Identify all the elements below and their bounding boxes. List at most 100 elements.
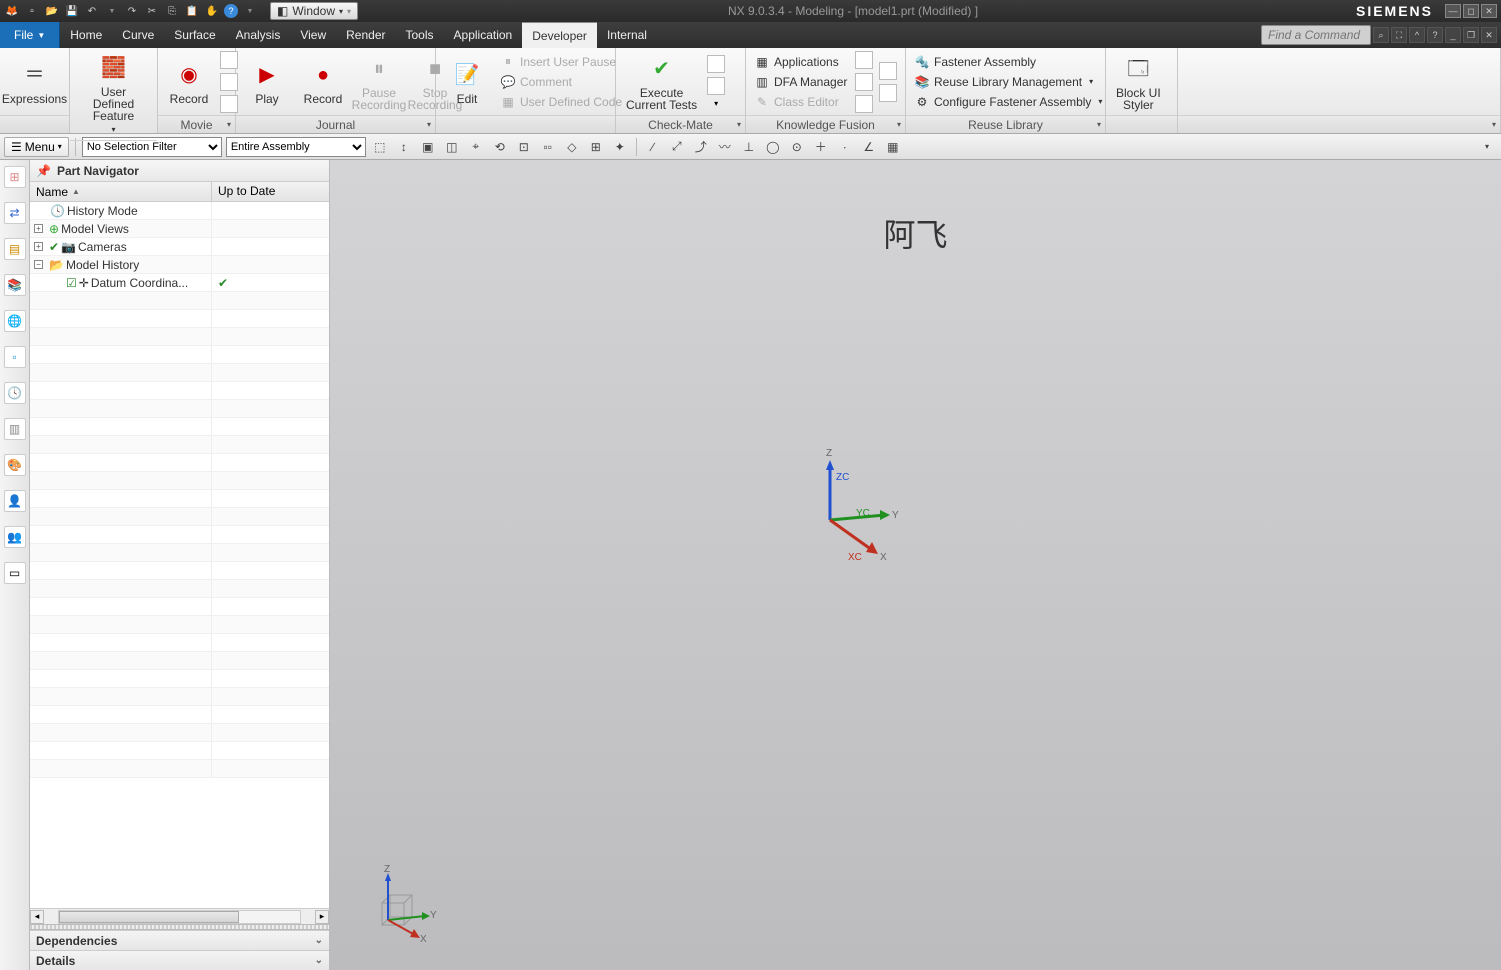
toolbar-icon-2[interactable]: ↕: [394, 137, 414, 157]
expressions-button[interactable]: ＝ Expressions: [6, 57, 63, 107]
undo-dropdown-icon[interactable]: ▼: [104, 3, 120, 19]
touch-icon[interactable]: ✋: [204, 3, 220, 19]
chevron-down-icon[interactable]: ▾: [897, 120, 901, 129]
kf-tool-1-icon[interactable]: [855, 51, 873, 69]
chevron-down-icon[interactable]: ▾: [737, 120, 741, 129]
expand-icon[interactable]: +: [34, 224, 43, 233]
config-fastener-button[interactable]: ⚙Configure Fastener Assembly▾: [912, 93, 1104, 111]
chevron-down-icon[interactable]: ▾: [427, 120, 431, 129]
qat-dropdown-icon[interactable]: ▼: [242, 3, 258, 19]
rail-tool-3-icon[interactable]: ▭: [4, 562, 26, 584]
search-icon[interactable]: ⌕: [1373, 27, 1389, 43]
pin-icon[interactable]: 📌: [36, 164, 51, 178]
tab-developer[interactable]: Developer: [522, 22, 597, 48]
chevron-down-icon[interactable]: ▾: [707, 99, 725, 108]
toolbar-icon-5[interactable]: ⌖: [466, 137, 486, 157]
undo-icon[interactable]: ↶: [84, 3, 100, 19]
snap-circle-icon[interactable]: ◯: [763, 137, 783, 157]
tab-tools[interactable]: Tools: [396, 22, 444, 48]
model-history-label[interactable]: Model History: [66, 258, 139, 272]
scroll-thumb[interactable]: [59, 911, 239, 923]
rail-sheet-icon[interactable]: ▫: [4, 346, 26, 368]
play-journal-button[interactable]: ▶Play: [242, 57, 292, 107]
history-mode-label[interactable]: History Mode: [67, 204, 138, 218]
dfa-manager-button[interactable]: ▥DFA Manager: [752, 73, 849, 91]
doc-close-icon[interactable]: ✕: [1481, 27, 1497, 43]
column-uptodate[interactable]: Up to Date: [212, 182, 329, 201]
copy-icon[interactable]: ⎘: [164, 3, 180, 19]
minimize-icon[interactable]: —: [1445, 4, 1461, 18]
cameras-label[interactable]: Cameras: [78, 240, 127, 254]
redo-icon[interactable]: ↷: [124, 3, 140, 19]
help-button-icon[interactable]: ?: [1427, 27, 1443, 43]
toolbar-icon-8[interactable]: ▫▫: [538, 137, 558, 157]
snap-point-icon[interactable]: ∙: [835, 137, 855, 157]
snap-grid-icon[interactable]: ▦: [883, 137, 903, 157]
edit-journal-button[interactable]: 📝Edit: [442, 57, 492, 107]
toolbar-icon-4[interactable]: ◫: [442, 137, 462, 157]
kf-tool-4-icon[interactable]: [879, 62, 897, 80]
datum-csys[interactable]: Z ZC Y YC X XC: [800, 460, 880, 540]
nx-logo-icon[interactable]: 🦊: [4, 3, 20, 19]
snap-line-icon[interactable]: ∕: [643, 137, 663, 157]
toolbar-icon-6[interactable]: ⟲: [490, 137, 510, 157]
toolbar-icon-3[interactable]: ▣: [418, 137, 438, 157]
collapse-ribbon-icon[interactable]: ^: [1409, 27, 1425, 43]
selection-scope-select[interactable]: Entire Assembly: [226, 137, 366, 157]
tab-analysis[interactable]: Analysis: [226, 22, 291, 48]
checkmate-tool-2-icon[interactable]: [707, 77, 725, 95]
scroll-left-icon[interactable]: ◂: [30, 910, 44, 924]
column-name[interactable]: Name▲: [30, 182, 212, 201]
file-tab[interactable]: File▼: [0, 22, 60, 48]
fastener-assembly-button[interactable]: 🔩Fastener Assembly: [912, 53, 1104, 71]
record-movie-button[interactable]: ◉ Record: [164, 57, 214, 107]
toolbar-icon-7[interactable]: ⊡: [514, 137, 534, 157]
tab-curve[interactable]: Curve: [112, 22, 164, 48]
tab-render[interactable]: Render: [336, 22, 395, 48]
rail-tool-1-icon[interactable]: 👤: [4, 490, 26, 512]
record-journal-button[interactable]: ●Record: [298, 57, 348, 107]
cut-icon[interactable]: ✂: [144, 3, 160, 19]
snap-segment-icon[interactable]: ⤢: [667, 137, 687, 157]
snap-center-icon[interactable]: ⊙: [787, 137, 807, 157]
kf-tool-2-icon[interactable]: [855, 73, 873, 91]
command-search-input[interactable]: [1261, 25, 1371, 45]
maximize-icon[interactable]: ◻: [1463, 4, 1479, 18]
toolbar-icon-11[interactable]: ✦: [610, 137, 630, 157]
datum-label[interactable]: Datum Coordina...: [91, 276, 188, 290]
fullscreen-icon[interactable]: ⛶: [1391, 27, 1407, 43]
expand-icon[interactable]: +: [34, 242, 43, 251]
save-icon[interactable]: 💾: [64, 3, 80, 19]
toolbar-icon-10[interactable]: ⊞: [586, 137, 606, 157]
rail-assembly-icon[interactable]: ⊞: [4, 166, 26, 188]
close-icon[interactable]: ✕: [1481, 4, 1497, 18]
reuse-lib-mgmt-button[interactable]: 📚Reuse Library Management▾: [912, 73, 1104, 91]
graphics-canvas[interactable]: 阿飞 Z ZC Y YC X XC: [330, 160, 1501, 970]
rail-roles-icon[interactable]: 🎨: [4, 454, 26, 476]
toolbar-icon-9[interactable]: ◇: [562, 137, 582, 157]
toolbar-dropdown-icon[interactable]: ▾: [1477, 137, 1497, 157]
kf-applications-button[interactable]: ▦Applications: [752, 53, 849, 71]
snap-tangent-icon[interactable]: ⤴: [691, 137, 711, 157]
scroll-right-icon[interactable]: ▸: [315, 910, 329, 924]
rail-constraint-icon[interactable]: ⇄: [4, 202, 26, 224]
model-views-label[interactable]: Model Views: [61, 222, 129, 236]
rail-reuse-icon[interactable]: 📚: [4, 274, 26, 296]
chevron-down-icon[interactable]: ▾: [1492, 120, 1496, 129]
rail-part-icon[interactable]: ▤: [4, 238, 26, 260]
tab-surface[interactable]: Surface: [164, 22, 225, 48]
chevron-down-icon[interactable]: ▾: [227, 120, 231, 129]
snap-plus-icon[interactable]: ＋: [811, 137, 831, 157]
dependencies-section[interactable]: Dependencies⌄: [30, 930, 329, 950]
window-menu-button[interactable]: ◧ Window ▾ ▾: [270, 2, 358, 20]
checkbox-checked-icon[interactable]: ☑: [66, 276, 77, 290]
snap-perp-icon[interactable]: ⊥: [739, 137, 759, 157]
doc-restore-icon[interactable]: ❐: [1463, 27, 1479, 43]
tab-application[interactable]: Application: [444, 22, 523, 48]
new-icon[interactable]: ▫: [24, 3, 40, 19]
rail-history-icon[interactable]: 🕓: [4, 382, 26, 404]
rail-web-icon[interactable]: 🌐: [4, 310, 26, 332]
open-icon[interactable]: 📂: [44, 3, 60, 19]
tab-home[interactable]: Home: [60, 22, 112, 48]
kf-tool-3-icon[interactable]: [855, 95, 873, 113]
